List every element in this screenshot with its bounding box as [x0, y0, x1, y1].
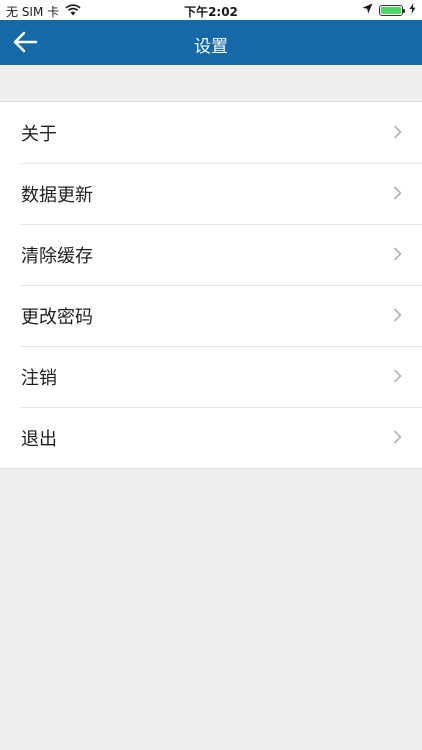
menu-item-label: 关于 [21, 123, 57, 145]
menu-item-clear-cache[interactable]: 清除缓存 [0, 224, 422, 285]
location-arrow-icon [362, 3, 373, 17]
status-right [362, 3, 416, 17]
menu-item-label: 更改密码 [21, 306, 93, 328]
menu-item-logout[interactable]: 注销 [0, 346, 422, 407]
nav-bar: 设置 [0, 20, 422, 65]
chevron-right-icon [393, 308, 402, 322]
menu-item-about[interactable]: 关于 [0, 102, 422, 163]
chevron-right-icon [393, 247, 402, 261]
menu-item-label: 清除缓存 [21, 245, 93, 267]
menu-item-exit[interactable]: 退出 [0, 407, 422, 468]
menu-item-change-password[interactable]: 更改密码 [0, 285, 422, 346]
chevron-right-icon [393, 430, 402, 444]
menu-item-label: 数据更新 [21, 184, 93, 206]
charging-bolt-icon [409, 3, 416, 17]
status-time: 下午2:02 [184, 5, 238, 19]
chevron-right-icon [393, 125, 402, 139]
menu-item-label: 注销 [21, 367, 57, 389]
battery-fill [381, 6, 401, 14]
chevron-right-icon [393, 186, 402, 200]
menu-item-label: 退出 [21, 428, 57, 450]
page-title: 设置 [194, 37, 228, 57]
chevron-right-icon [393, 369, 402, 383]
settings-menu: 关于 数据更新 清除缓存 更改密码 注销 退出 [0, 101, 422, 469]
menu-item-data-update[interactable]: 数据更新 [0, 163, 422, 224]
battery-icon [379, 4, 405, 16]
status-bar: 无 SIM 卡 下午2:02 [0, 0, 422, 20]
